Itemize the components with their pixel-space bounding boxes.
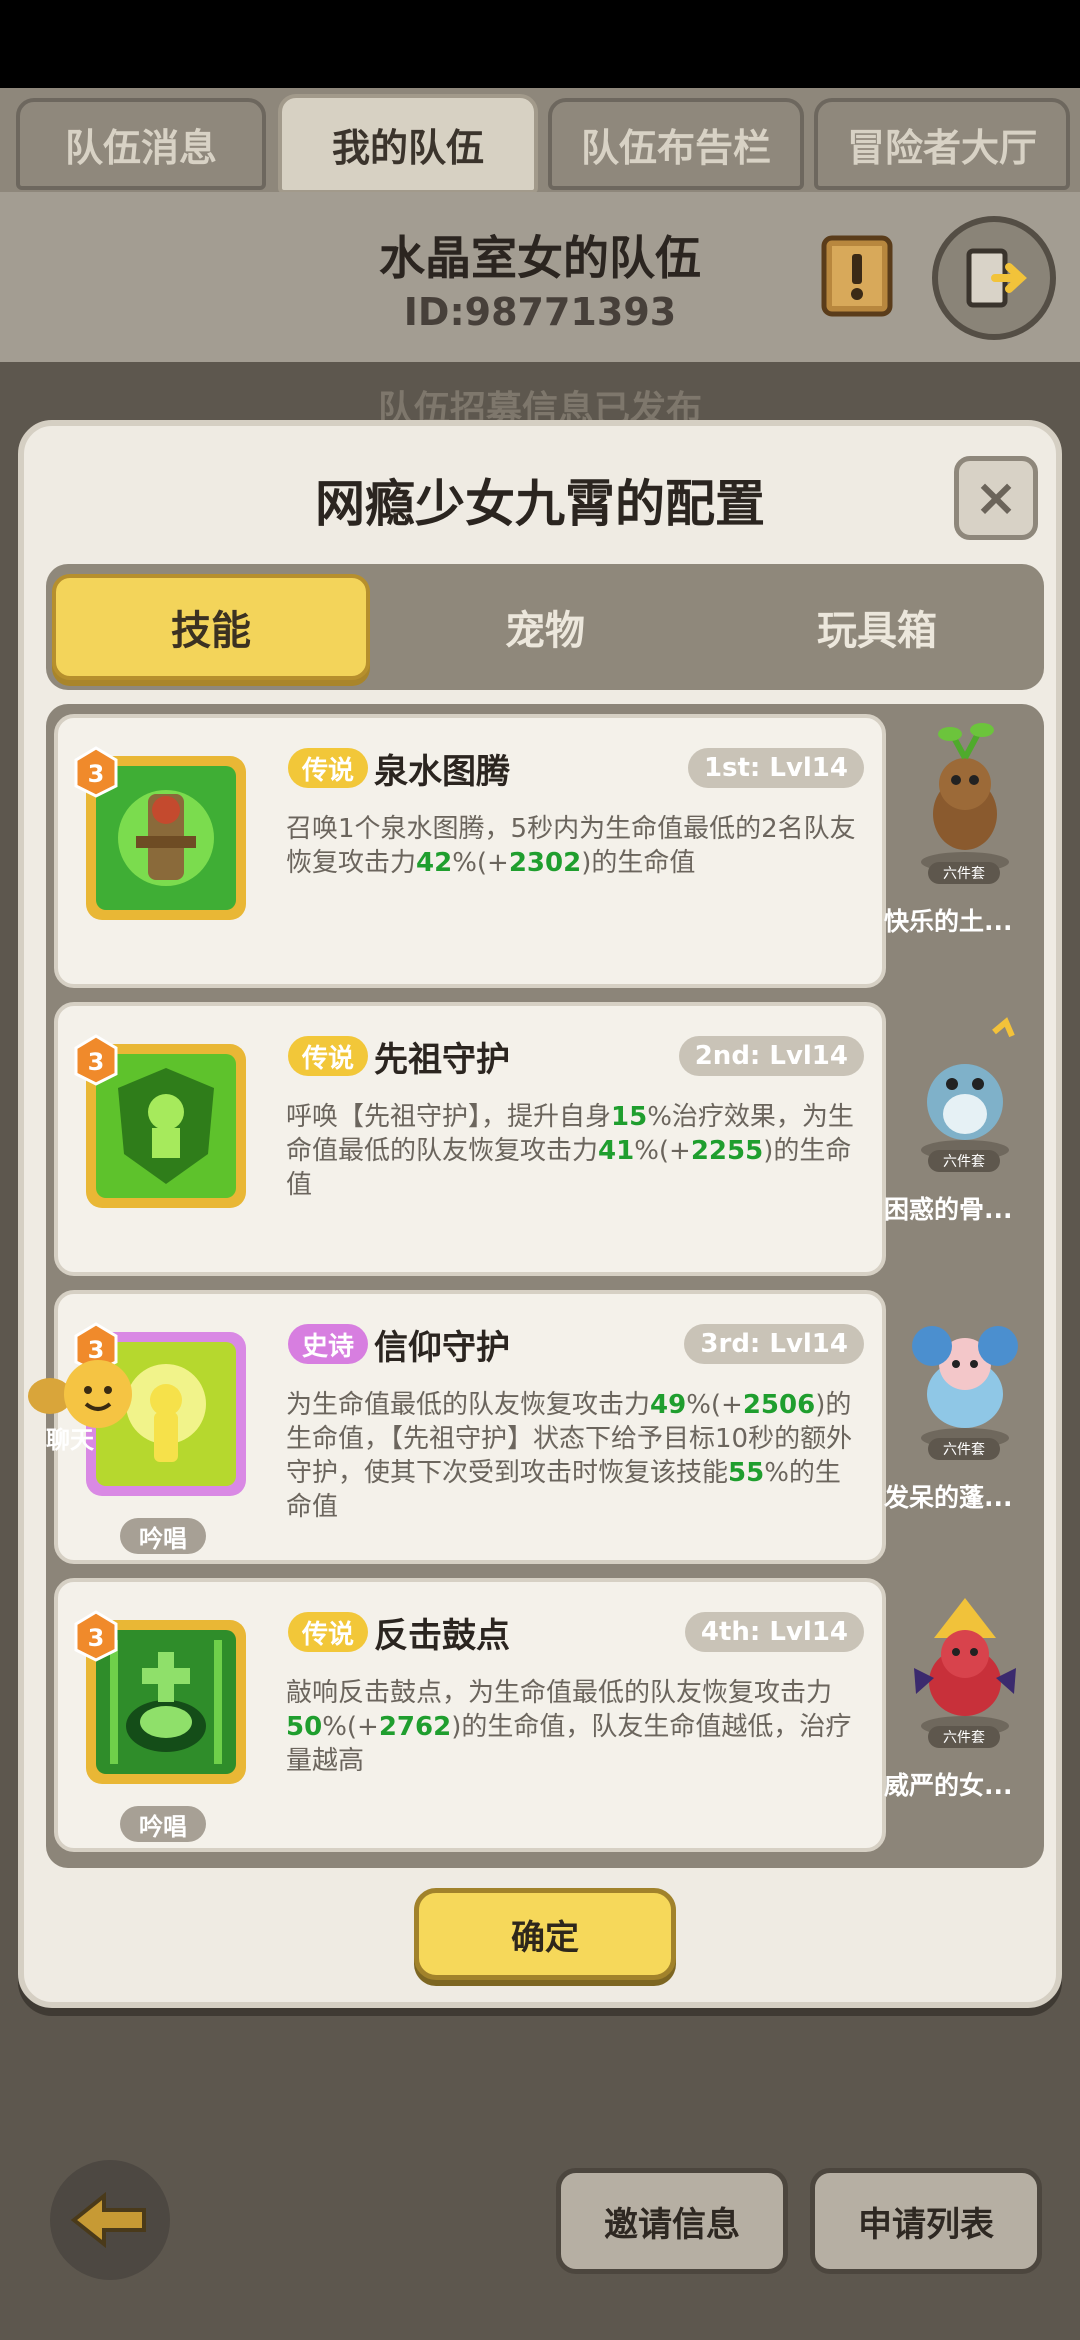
apply-list-button[interactable]: 申请列表 (810, 2168, 1042, 2274)
skill-card-1[interactable]: 3 传说 泉水图腾 1st: Lvl14 召唤1个泉水图腾，5秒内为生命值最低的… (54, 714, 886, 988)
skill-description: 敲响反击鼓点，为生命值最低的队友恢复攻击力50%(+2762)的生命值，队友生命… (286, 1678, 852, 1776)
pet-name: 快乐的土... (884, 907, 1013, 936)
config-tab-bar: 技能 宠物 玩具箱 (46, 564, 1044, 690)
rank-badge-number: 3 (88, 1624, 105, 1652)
skill-name: 先祖守护 (374, 1040, 510, 1080)
skill-card-2[interactable]: 3 传说 先祖守护 2nd: Lvl14 呼唤【先祖守护】，提升自身15%治疗效… (54, 1002, 886, 1276)
tab-pets[interactable]: 宠物 (386, 574, 704, 680)
pet-phoenix-icon (914, 1598, 1016, 1736)
rarity-badge: 传说 (288, 748, 369, 788)
tab-adventurer-hall[interactable]: 冒险者大厅 (814, 98, 1070, 190)
skill-level: 4th: Lvl14 (684, 1612, 864, 1652)
skill-description: 为生命值最低的队友恢复攻击力49%(+2506)的生命值，【先祖守护】状态下给予… (286, 1390, 853, 1522)
tab-toybox[interactable]: 玩具箱 (718, 574, 1036, 680)
modal-title: 网瘾少女九霄的配置 (315, 475, 765, 533)
pet-dragon-icon (921, 1017, 1015, 1160)
pet-name: 困惑的骨... (884, 1195, 1013, 1224)
set-tag: 六件套 (928, 862, 1000, 884)
chant-tag: 吟唱 (120, 1518, 206, 1554)
rank-badge: 3 (74, 746, 118, 798)
rarity-badge: 传说 (288, 1036, 369, 1076)
skill-level: 2nd: Lvl14 (678, 1036, 864, 1076)
tab-team-messages[interactable]: 队伍消息 (16, 98, 266, 190)
skill-description: 召唤1个泉水图腾，5秒内为生命值最低的2名队友恢复攻击力42%(+2302)的生… (286, 814, 856, 878)
skill-list: 3 传说 泉水图腾 1st: Lvl14 召唤1个泉水图腾，5秒内为生命值最低的… (46, 704, 1044, 1868)
back-button[interactable] (50, 2160, 170, 2280)
set-tag: 六件套 (928, 1726, 1000, 1748)
invite-info-button[interactable]: 邀请信息 (556, 2168, 788, 2274)
pet-sprout-icon (921, 723, 1009, 872)
pet-ram-icon (912, 1326, 1018, 1448)
close-icon: × (974, 468, 1018, 528)
pet-slot-2[interactable]: 六件套 困惑的骨... (884, 1002, 1036, 1276)
pet-name: 发呆的蓬... (884, 1483, 1013, 1512)
pet-name: 威严的女... (884, 1771, 1013, 1800)
chant-tag: 吟唱 (120, 1806, 206, 1842)
pet-slot-1[interactable]: 六件套 快乐的土... (884, 714, 1036, 988)
set-tag: 六件套 (928, 1438, 1000, 1460)
skill-name: 信仰守护 (374, 1328, 510, 1368)
tab-team-board[interactable]: 队伍布告栏 (548, 98, 804, 190)
rank-badge-number: 3 (88, 1048, 105, 1076)
skill-level: 3rd: Lvl14 (684, 1324, 864, 1364)
rarity-badge: 史诗 (288, 1324, 369, 1364)
exit-team-button[interactable] (932, 216, 1056, 340)
skill-name: 反击鼓点 (374, 1616, 510, 1656)
rank-badge: 3 (74, 1034, 118, 1086)
skill-name: 泉水图腾 (374, 752, 510, 792)
rank-badge-number: 3 (88, 760, 105, 788)
skill-card-4[interactable]: 3 吟唱 传说 反击鼓点 4th: Lvl14 敲响反击鼓点，为生命值最低的队友… (54, 1578, 886, 1852)
skill-card-3[interactable]: 3 吟唱 史诗 信仰守护 3rd: Lvl14 为生命值最低的队友恢复攻击力49… (54, 1290, 886, 1564)
team-header: 水晶室女的队伍 ID:98771393 (0, 192, 1080, 362)
tab-skills[interactable]: 技能 (52, 574, 370, 680)
close-button[interactable]: × (954, 456, 1038, 540)
skill-level: 1st: Lvl14 (687, 748, 864, 788)
top-tab-bar: 队伍消息 我的队伍 队伍布告栏 冒险者大厅 (0, 88, 1080, 198)
team-id: ID:98771393 (403, 290, 677, 334)
rank-badge: 3 (74, 1610, 118, 1662)
config-modal: 网瘾少女九霄的配置 × 技能 宠物 玩具箱 3 传说 泉水图腾 1st: Lvl… (18, 420, 1062, 2008)
status-bar (0, 0, 1080, 88)
pet-slot-4[interactable]: 六件套 威严的女... (884, 1578, 1036, 1852)
back-arrow-icon (70, 2191, 146, 2249)
confirm-button[interactable]: 确定 (414, 1888, 676, 1980)
team-name: 水晶室女的队伍 (379, 231, 701, 285)
set-tag: 六件套 (928, 1150, 1000, 1172)
pet-slot-3[interactable]: 六件套 发呆的蓬... (884, 1290, 1036, 1564)
scroll-notice-icon[interactable] (816, 232, 898, 320)
rarity-badge: 传说 (288, 1612, 369, 1652)
skill-description: 呼唤【先祖守护】，提升自身15%治疗效果，为生命值最低的队友恢复攻击力41%(+… (286, 1102, 854, 1200)
chat-label[interactable]: 聊天 (46, 1420, 94, 1455)
exit-door-icon (966, 248, 1027, 308)
tab-my-team[interactable]: 我的队伍 (278, 94, 538, 194)
